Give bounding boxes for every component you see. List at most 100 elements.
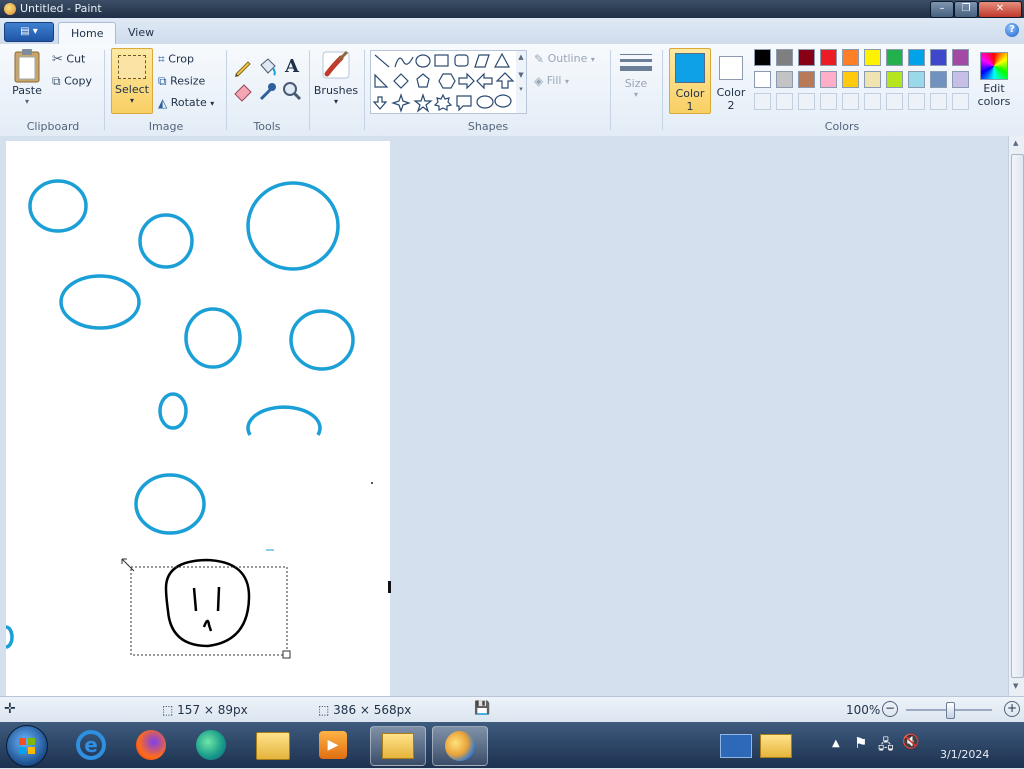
custom-color-slot[interactable]	[908, 93, 925, 110]
custom-color-slot[interactable]	[754, 93, 771, 110]
canvas-resize-handle[interactable]	[388, 581, 391, 593]
palette-swatch[interactable]	[754, 49, 771, 66]
taskbar-file-explorer[interactable]	[246, 726, 300, 764]
custom-color-slot[interactable]	[930, 93, 947, 110]
resize-button[interactable]: ⧉ Resize	[158, 74, 205, 89]
ribbon: Paste ▾ ✂ Cut ⧉ Copy Clipboard Select ▾ …	[0, 44, 1024, 137]
palette-swatch[interactable]	[930, 71, 947, 88]
tools-group-label: Tools	[253, 120, 281, 133]
palette-swatch[interactable]	[908, 71, 925, 88]
fill-tool[interactable]	[256, 56, 278, 78]
text-tool[interactable]: A	[281, 56, 303, 78]
tray-app-icon[interactable]	[720, 734, 752, 758]
palette-swatch[interactable]	[864, 71, 881, 88]
taskbar-explorer-window[interactable]	[370, 726, 426, 766]
minimize-button[interactable]: –	[930, 1, 954, 18]
color-2-button[interactable]: Color 2	[712, 48, 750, 112]
custom-color-slot[interactable]	[776, 93, 793, 110]
taskbar-firefox[interactable]	[124, 726, 178, 764]
vertical-scrollbar[interactable]: ▲ ▼	[1008, 136, 1024, 696]
rotate-dropdown-icon[interactable]: ▾	[210, 99, 214, 108]
custom-color-slot[interactable]	[798, 93, 815, 110]
crop-button[interactable]: ⌗ Crop	[158, 52, 194, 67]
size-dropdown-icon[interactable]: ▾	[616, 90, 656, 99]
taskbar-paint[interactable]	[432, 726, 488, 766]
zoom-in-button[interactable]: +	[1004, 701, 1020, 717]
palette-swatch[interactable]	[864, 49, 881, 66]
action-center-flag-icon[interactable]: ⚑	[854, 734, 867, 752]
magnifier-tool[interactable]	[281, 80, 303, 102]
palette-swatch[interactable]	[776, 71, 793, 88]
volume-muted-icon[interactable]: 🔇	[902, 734, 919, 750]
eraser-tool[interactable]	[232, 80, 254, 102]
cut-button[interactable]: ✂ Cut	[52, 52, 85, 67]
paint-app-icon[interactable]	[4, 3, 16, 15]
zoom-out-button[interactable]: −	[882, 701, 898, 717]
custom-color-slot[interactable]	[952, 93, 969, 110]
edit-colors-button[interactable]: Edit colors	[974, 48, 1014, 114]
fill-button[interactable]: ◈ Fill ▾	[534, 74, 569, 88]
media-player-icon: ▶	[319, 731, 347, 759]
fill-dropdown-icon[interactable]: ▾	[565, 77, 569, 86]
palette-swatch[interactable]	[930, 49, 947, 66]
paint-menu-button[interactable]: ▤ ▾	[4, 22, 54, 42]
palette-swatch[interactable]	[886, 49, 903, 66]
taskbar-internet-explorer[interactable]: e	[64, 726, 118, 764]
palette-swatch[interactable]	[908, 49, 925, 66]
paste-dropdown-icon[interactable]: ▾	[8, 97, 46, 106]
select-button[interactable]: Select ▾	[111, 48, 153, 114]
shapes-gallery[interactable]	[370, 50, 518, 114]
tab-view[interactable]: View	[116, 22, 166, 44]
outline-dropdown-icon[interactable]: ▾	[591, 55, 595, 64]
zoom-slider-thumb[interactable]	[946, 702, 955, 719]
tab-home[interactable]: Home	[58, 22, 117, 45]
scroll-thumb[interactable]	[1011, 154, 1024, 678]
network-icon[interactable]: 🖧	[878, 734, 894, 758]
select-dropdown-icon[interactable]: ▾	[112, 96, 152, 105]
copy-button[interactable]: ⧉ Copy	[52, 74, 92, 89]
palette-swatch[interactable]	[798, 49, 815, 66]
color-1-label: Color 1	[675, 87, 705, 113]
palette-swatch[interactable]	[776, 49, 793, 66]
drawing-canvas[interactable]	[6, 141, 390, 696]
drawn-ellipse	[184, 307, 242, 369]
clock-date[interactable]: 3/1/2024	[940, 748, 989, 761]
palette-swatch[interactable]	[754, 71, 771, 88]
canvas-size-icon: ⬚	[318, 703, 330, 717]
maximize-button[interactable]: ❐	[954, 1, 978, 18]
custom-color-slot[interactable]	[842, 93, 859, 110]
palette-swatch[interactable]	[798, 71, 815, 88]
palette-swatch[interactable]	[886, 71, 903, 88]
outline-button[interactable]: ✎ Outline ▾	[534, 52, 595, 66]
taskbar-media-player[interactable]: ▶	[306, 726, 360, 764]
custom-color-slot[interactable]	[820, 93, 837, 110]
help-icon[interactable]: ?	[1005, 23, 1019, 37]
shapes-scrollbar[interactable]: ▲ ▼ ▾	[516, 50, 527, 114]
custom-color-slot[interactable]	[886, 93, 903, 110]
shapes-scroll-down-icon[interactable]: ▼	[516, 71, 526, 79]
color-picker-tool[interactable]	[256, 80, 278, 102]
palette-swatch[interactable]	[820, 71, 837, 88]
pencil-tool[interactable]	[232, 56, 254, 78]
shapes-scroll-up-icon[interactable]: ▲	[516, 53, 526, 61]
taskbar-edge[interactable]	[184, 726, 238, 764]
scroll-down-icon[interactable]: ▼	[1013, 682, 1018, 690]
start-button[interactable]	[6, 725, 48, 767]
shapes-expand-icon[interactable]: ▾	[516, 85, 526, 93]
brushes-button[interactable]: Brushes ▾	[313, 48, 359, 116]
color-1-button[interactable]: Color 1	[669, 48, 711, 114]
rotate-button[interactable]: ◭ Rotate ▾	[158, 96, 214, 110]
palette-swatch[interactable]	[842, 49, 859, 66]
palette-swatch[interactable]	[842, 71, 859, 88]
size-button[interactable]: Size ▾	[616, 50, 656, 112]
show-hidden-icons-icon[interactable]: ▲	[832, 738, 840, 749]
custom-color-slot[interactable]	[864, 93, 881, 110]
palette-swatch[interactable]	[820, 49, 837, 66]
tray-folder-icon[interactable]	[760, 734, 792, 758]
palette-swatch[interactable]	[952, 49, 969, 66]
scroll-up-icon[interactable]: ▲	[1013, 139, 1018, 147]
close-button[interactable]: ✕	[978, 1, 1022, 18]
brushes-dropdown-icon[interactable]: ▾	[313, 97, 359, 106]
palette-swatch[interactable]	[952, 71, 969, 88]
paste-button[interactable]: Paste ▾	[8, 48, 46, 114]
